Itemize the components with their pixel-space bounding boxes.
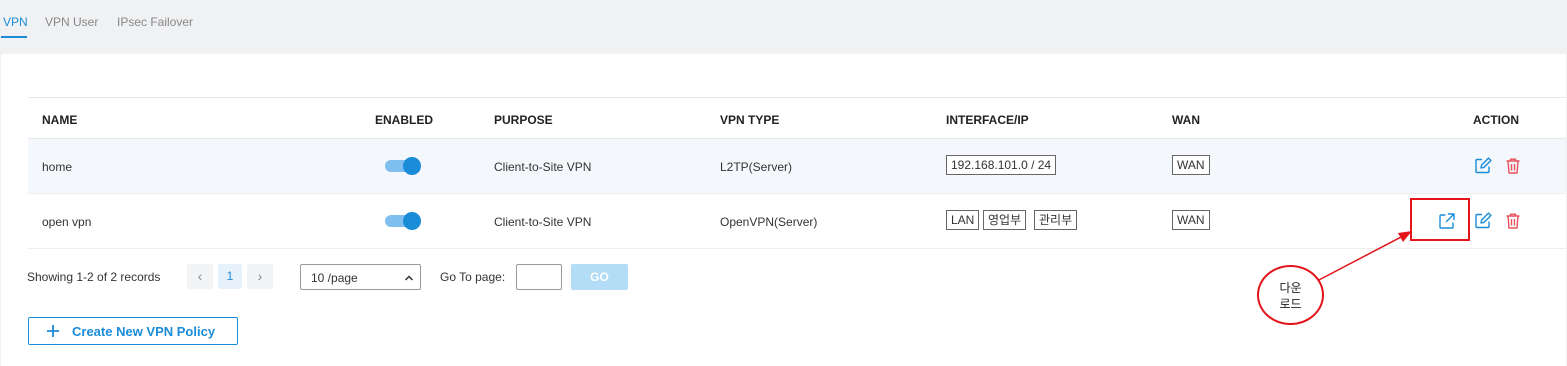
- annotation-callout: 다운 로드: [1257, 265, 1324, 325]
- annotation-text: 다운 로드: [1279, 281, 1302, 311]
- annotation-arrow: [1316, 231, 1412, 282]
